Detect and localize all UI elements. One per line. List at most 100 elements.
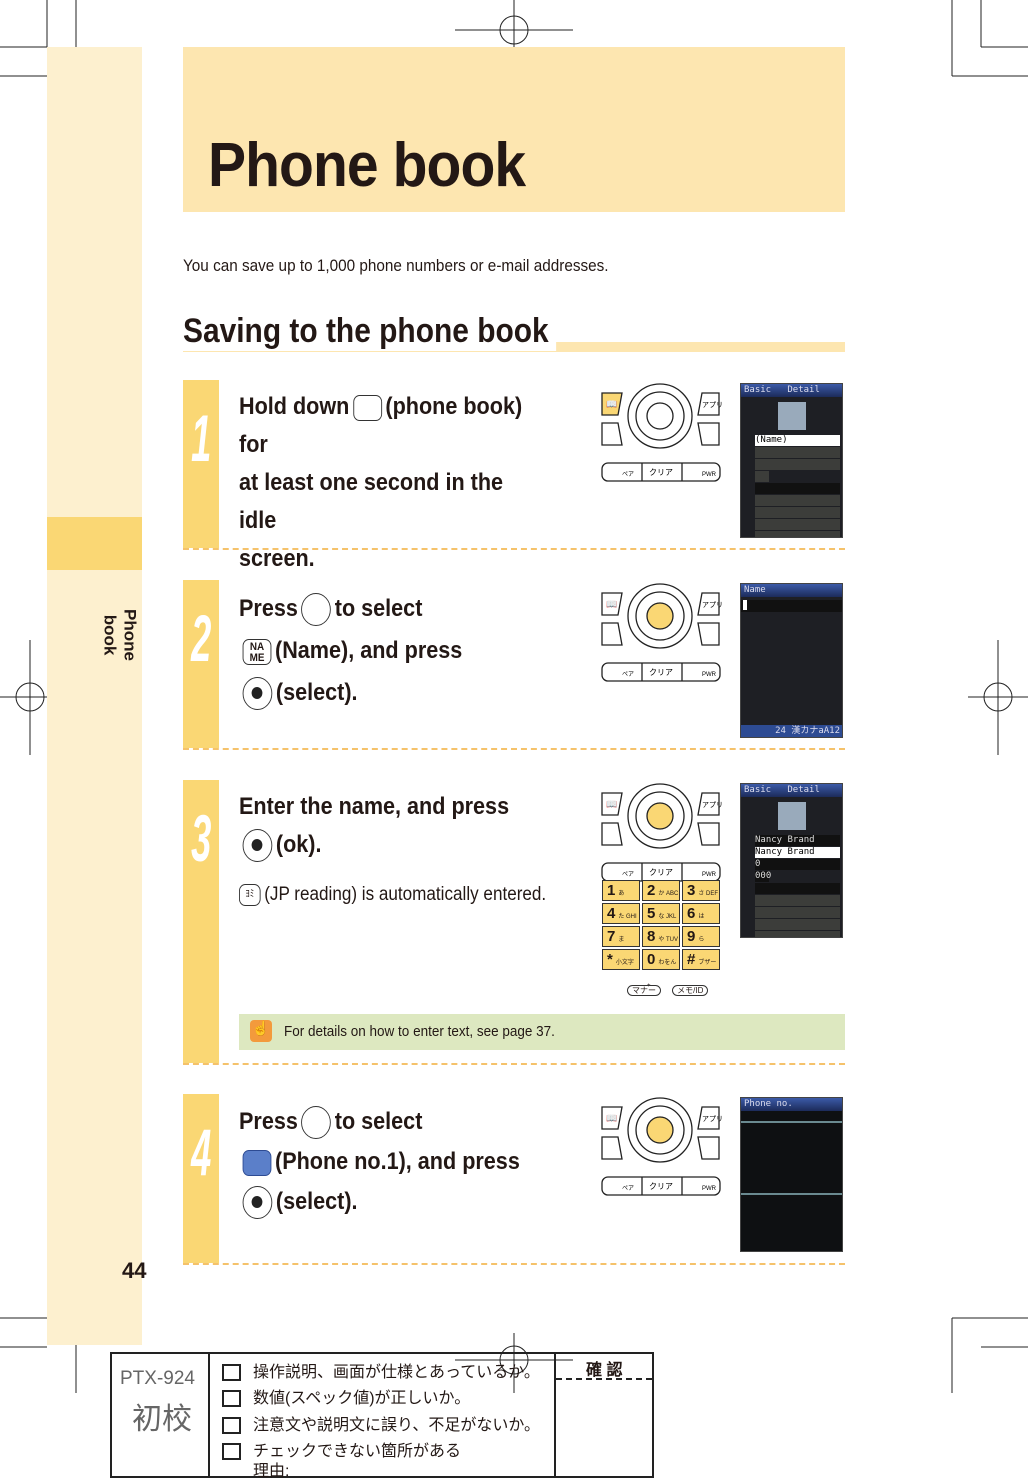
key-9: 9ら WXYZ (682, 926, 720, 966)
key-*: * 小文字 (602, 949, 640, 970)
pwr-label: PWR (702, 1186, 717, 1192)
clear-label: クリア (649, 668, 673, 677)
manner-key: マナー (627, 985, 661, 996)
clear-label: クリア (649, 1182, 673, 1191)
intro-text: You can save up to 1,000 phone numbers o… (183, 256, 609, 275)
phone-screen: Basic Detail (Name) (740, 383, 843, 538)
check-item[interactable]: 数値(スペック値)が正しいか。 (222, 1384, 470, 1408)
phone-screen: Basic Detail Nancy Brand Nancy Brand 0 0… (740, 783, 843, 938)
proof-box: PTX-924 初校 確 認 操作説明、画面が仕様とあっているか。 数値(スペッ… (110, 1352, 654, 1480)
checkbox[interactable] (222, 1364, 241, 1382)
model-code: PTX-924 (120, 1368, 195, 1389)
app-label: アプリ (702, 801, 723, 809)
nav-pad: 📖 アプリ クリア ペア PWR (601, 783, 723, 882)
check-item[interactable]: 注意文や説明文に誤り、不足がないか。 (222, 1411, 540, 1435)
avatar (777, 802, 806, 830)
key-#: # ブザー (682, 949, 720, 970)
step-text: Hold down (phone book) for at least one s… (239, 393, 523, 572)
nav-pad: 📖 アプリ クリア ペア PWR (601, 383, 723, 482)
clear-label: クリア (649, 468, 673, 477)
nav-pad: 📖 アプリ クリア ペア PWR (601, 1097, 723, 1196)
pair-label: ペア (622, 671, 634, 678)
pair-label: ペア (622, 471, 634, 478)
side-band (47, 47, 142, 1345)
camera-key (697, 422, 720, 446)
check-item[interactable]: 操作説明、画面が仕様とあっているか。 (222, 1358, 540, 1382)
key-0: 0 わをん + (642, 949, 680, 989)
key-8: 8や TUV (642, 926, 680, 947)
mail-key (601, 1136, 623, 1160)
clear-label: クリア (649, 868, 673, 877)
key-1: 1あ (602, 880, 640, 901)
confirm-label: 確 認 (586, 1362, 623, 1379)
keypad-illustration: 📖 アプリ クリア ペア PWR (598, 383, 723, 488)
pwr-label: PWR (702, 872, 717, 878)
updown-key-icon (301, 593, 332, 627)
app-label: アプリ (702, 601, 723, 609)
center-key-icon (242, 1186, 273, 1220)
sub-text: ﾖﾐ (JP reading) is automatically entered. (239, 884, 546, 906)
key-5: 5な JKL (642, 903, 680, 924)
step-number: 2 (191, 601, 212, 675)
camera-key (697, 622, 720, 646)
app-label: アプリ (702, 1115, 723, 1123)
phone-screen: Phone no. (740, 1097, 843, 1252)
center-key (646, 402, 674, 430)
checkbox[interactable] (222, 1390, 241, 1408)
note-text[interactable]: For details on how to enter text, see pa… (284, 1023, 555, 1040)
step-1: 1 Hold down (phone book) for at least one… (183, 380, 845, 572)
step-text: Press to select NA ME (Name), and press (s… (239, 588, 545, 714)
reason-label: 理由: (253, 1463, 290, 1480)
key-3: 3さ DEF (682, 880, 720, 901)
mail-key (601, 822, 623, 846)
side-tab (47, 517, 142, 570)
section-title: Saving to the phone book (183, 312, 556, 351)
phone-number-icon (242, 1149, 272, 1176)
step-2: 2 Press to select NA ME (Name), and press … (183, 580, 845, 750)
step-number: 1 (191, 401, 212, 475)
hand-pointer-icon: ☝ (250, 1020, 272, 1042)
pwr-label: PWR (702, 672, 717, 678)
pwr-label: PWR (702, 472, 717, 478)
phone-screen: Name 24 漢カナaA12 (740, 583, 843, 738)
key-6: 6は MNO (682, 903, 720, 943)
step-4: 4 Press to select (Phone no.1), and press… (183, 1094, 845, 1265)
svg-text:📖: 📖 (606, 1113, 617, 1123)
memo-key: メモ/ID (672, 985, 709, 996)
mail-key (601, 622, 623, 646)
name-field-icon: NA ME (242, 638, 272, 665)
page-title: Phone book (208, 131, 526, 200)
mail-key (601, 422, 623, 446)
keypad-illustration: 📖 アプリ クリア ペア PWR (598, 783, 723, 888)
keypad-illustration: 📖 アプリ クリア ペア PWR (598, 583, 723, 688)
step-text: Enter the name, and press (ok). (239, 788, 545, 864)
key-4: 4た GHI (602, 903, 640, 924)
step-number: 3 (191, 801, 212, 875)
pair-label: ペア (622, 871, 634, 878)
key-2: 2か ABC (642, 880, 680, 901)
center-key (646, 602, 674, 630)
pair-label: ペア (622, 1185, 634, 1192)
step-number: 4 (191, 1115, 212, 1189)
center-key (646, 1116, 674, 1144)
step-text: Press to select (Phone no.1), and press (… (239, 1102, 545, 1222)
center-key-icon (242, 677, 273, 711)
avatar (777, 402, 806, 430)
updown-key-icon (301, 1106, 332, 1140)
phonebook-key-icon (352, 394, 382, 421)
side-label: Phone book (100, 609, 140, 661)
page-number: 44 (122, 1258, 147, 1283)
proof-stage: 初校 (132, 1403, 192, 1436)
keypad-illustration: 📖 アプリ クリア ペア PWR (598, 1097, 723, 1202)
key-7: 7ま PQRS (602, 926, 640, 966)
center-key-icon (242, 829, 273, 863)
svg-text:📖: 📖 (606, 399, 617, 409)
camera-key (697, 822, 720, 846)
checkbox[interactable] (222, 1417, 241, 1435)
app-label: アプリ (702, 401, 723, 409)
checkbox[interactable] (222, 1443, 241, 1461)
svg-text:📖: 📖 (606, 599, 617, 609)
numeric-keypad: 1あ2か ABC3さ DEF 4た GHI5な JKL6は MNO 7ま PQRS8… (602, 880, 720, 989)
nav-pad: 📖 アプリ クリア ペア PWR (601, 583, 723, 682)
jp-reading-icon: ﾖﾐ (239, 884, 261, 906)
